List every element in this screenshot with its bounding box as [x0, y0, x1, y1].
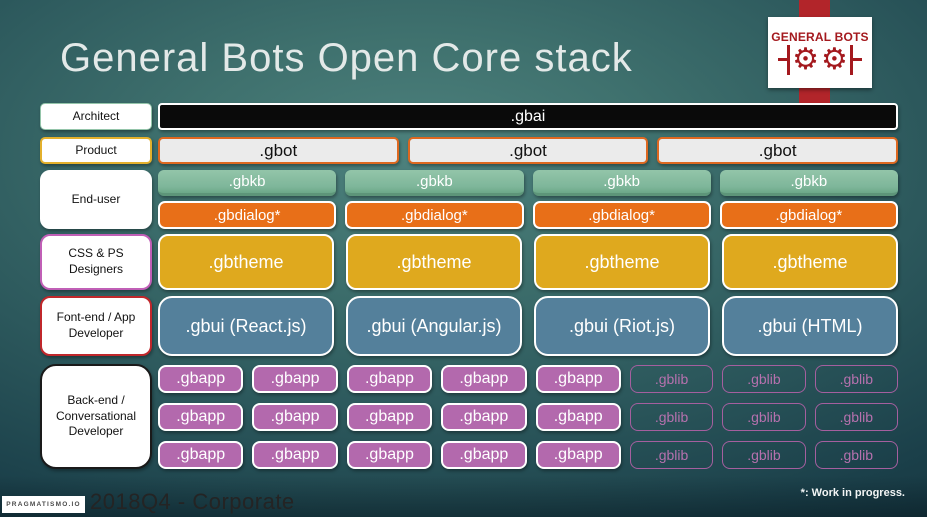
gbdialog-row: .gbdialog* .gbdialog* .gbdialog* .gbdial…	[158, 201, 898, 229]
gbdialog-box: .gbdialog*	[532, 201, 711, 229]
gear-icon: ⚙	[821, 42, 848, 77]
gbapp-box: .gbapp	[158, 365, 244, 393]
gblib-box: .gblib	[814, 441, 898, 469]
gbtheme-box: .gbtheme	[158, 234, 334, 290]
gbtheme-row: .gbtheme .gbtheme .gbtheme .gbtheme	[158, 234, 898, 290]
gear-icon: ⚙	[792, 42, 819, 77]
slide: General Bots Open Core stack GENERAL BOT…	[0, 0, 927, 517]
gbkb-box: .gbkb	[158, 170, 337, 196]
gbapp-box: .gbapp	[535, 403, 621, 431]
work-in-progress-note: *: Work in progress.	[800, 487, 905, 499]
backend-row-1: .gbapp .gbapp .gbapp .gbapp .gbapp .gbli…	[158, 365, 898, 393]
gbapp-box: .gbapp	[346, 403, 433, 431]
gbot-row: .gbot .gbot .gbot	[158, 137, 899, 164]
gear-bracket-right-icon	[849, 45, 862, 75]
gbtheme-box: .gbtheme	[722, 234, 898, 290]
row-label-text: Architect	[72, 108, 120, 123]
gblib-box: .gblib	[722, 441, 806, 469]
gbapp-box: .gbapp	[441, 365, 527, 393]
row-label-backend-conversational-developer: Back-end / Conversational Developer	[40, 364, 152, 469]
gbot-box: .gbot	[657, 137, 899, 164]
gbdialog-box: .gbdialog*	[158, 201, 337, 229]
row-label-end-user: End-user	[40, 170, 152, 229]
gbot-box: .gbot	[158, 137, 399, 164]
gblib-box: .gblib	[814, 365, 898, 393]
row-label-frontend-app-developer: Font-end / App Developer	[40, 296, 152, 356]
gbai-row: .gbai	[158, 103, 898, 130]
gbapp-box: .gbapp	[252, 441, 338, 469]
gear-bracket-left-icon	[778, 45, 791, 75]
gbdialog-box: .gbdialog*	[345, 201, 524, 229]
gbapp-box: .gbapp	[535, 441, 621, 469]
row-label-product: Product	[40, 137, 152, 164]
gblib-box: .gblib	[814, 403, 898, 431]
gbui-row: .gbui (React.js) .gbui (Angular.js) .gbu…	[158, 296, 898, 356]
row-label-text: End-user	[71, 191, 121, 206]
gears-icon: ⚙ ⚙	[778, 42, 862, 77]
gbot-box: .gbot	[407, 137, 649, 164]
gbapp-box: .gbapp	[535, 365, 621, 393]
footer-version-label: 2018Q4 - Corporate	[90, 489, 295, 514]
gbapp-box: .gbapp	[441, 403, 527, 431]
gbui-html-box: .gbui (HTML)	[722, 296, 898, 356]
backend-row-3: .gbapp .gbapp .gbapp .gbapp .gbapp .gbli…	[158, 441, 898, 469]
gbapp-box: .gbapp	[346, 441, 433, 469]
gbui-angular-box: .gbui (Angular.js)	[346, 296, 522, 356]
gbapp-box: .gbapp	[441, 441, 527, 469]
row-label-text: Font-end / App Developer	[56, 310, 136, 340]
gbtheme-box: .gbtheme	[534, 234, 710, 290]
gbtheme-box: .gbtheme	[346, 234, 522, 290]
general-bots-logo: GENERAL BOTS ⚙ ⚙	[768, 17, 872, 88]
gbkb-box: .gbkb	[345, 170, 524, 196]
gblib-box: .gblib	[629, 441, 714, 469]
gblib-box: .gblib	[722, 365, 806, 393]
gbapp-box: .gbapp	[158, 403, 244, 431]
gbai-box: .gbai	[158, 103, 898, 130]
gbdialog-box: .gbdialog*	[719, 201, 898, 229]
logo-brand-text: GENERAL BOTS	[771, 30, 869, 44]
gbapp-box: .gbapp	[158, 441, 244, 469]
gbkb-row: .gbkb .gbkb .gbkb .gbkb	[158, 170, 898, 196]
row-label-css-ps-designers: CSS & PS Designers	[40, 234, 152, 290]
row-label-text: CSS & PS Designers	[68, 246, 124, 276]
backend-row-2: .gbapp .gbapp .gbapp .gbapp .gbapp .gbli…	[158, 403, 898, 431]
gblib-box: .gblib	[629, 365, 714, 393]
gbapp-box: .gbapp	[252, 403, 338, 431]
gblib-box: .gblib	[629, 403, 714, 431]
gbapp-box: .gbapp	[346, 365, 433, 393]
gbui-riot-box: .gbui (Riot.js)	[534, 296, 710, 356]
gbui-react-box: .gbui (React.js)	[158, 296, 334, 356]
slide-title: General Bots Open Core stack	[60, 36, 633, 80]
pragmatismo-logo: PRAGMATISMO.IO	[2, 496, 85, 513]
gbkb-box: .gbkb	[719, 170, 898, 196]
gbapp-box: .gbapp	[252, 365, 338, 393]
row-label-architect: Architect	[40, 103, 152, 130]
row-label-text: Back-end / Conversational Developer	[55, 393, 137, 439]
gblib-box: .gblib	[722, 403, 806, 431]
row-label-text: Product	[75, 142, 117, 157]
gbkb-box: .gbkb	[532, 170, 711, 196]
